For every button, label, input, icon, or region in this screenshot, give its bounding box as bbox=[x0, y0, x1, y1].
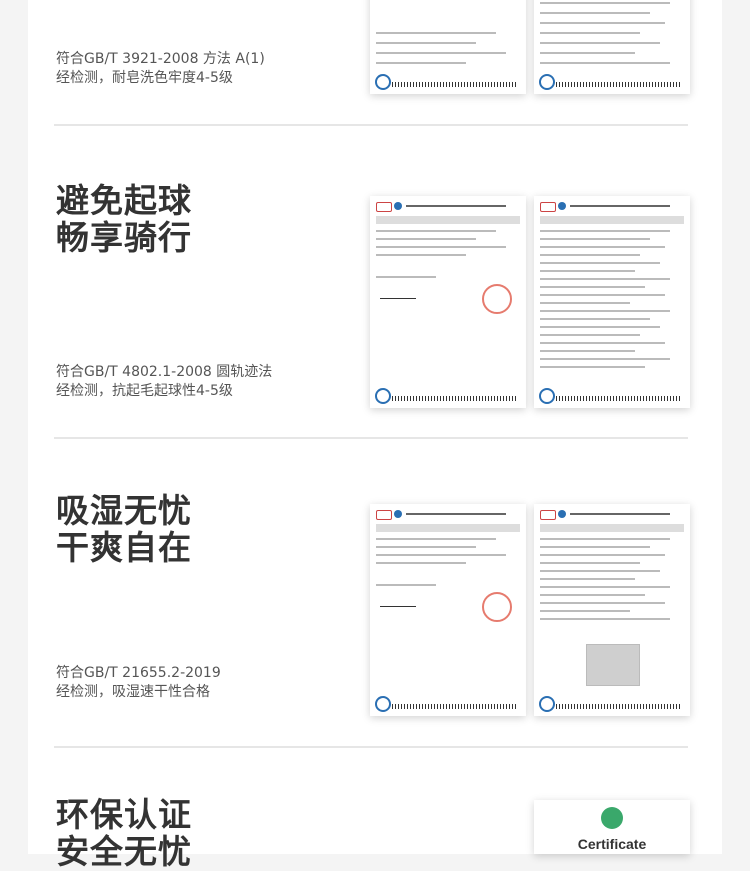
product-detail-page: 符合GB/T 3921-2008 方法 A(1) 经检测，耐皂洗色牢度4-5级 … bbox=[0, 0, 750, 870]
fabric-sample-image bbox=[586, 644, 640, 686]
oeko-tex-certificate-image: Certificate bbox=[534, 800, 690, 854]
test-report-image bbox=[534, 196, 690, 408]
oeko-tex-icon bbox=[601, 807, 623, 829]
test-report-image bbox=[370, 196, 526, 408]
content-card: 符合GB/T 3921-2008 方法 A(1) 经检测，耐皂洗色牢度4-5级 … bbox=[28, 0, 722, 870]
ist-logo-icon bbox=[375, 696, 391, 712]
moisture-desc: 符合GB/T 21655.2-2019 经检测，吸湿速干性合格 bbox=[56, 665, 221, 700]
test-report-image bbox=[534, 0, 690, 94]
section-divider bbox=[54, 746, 688, 748]
ist-logo-icon bbox=[539, 696, 555, 712]
pilling-desc: 符合GB/T 4802.1-2008 圆轨迹法 经检测，抗起毛起球性4-5级 bbox=[56, 364, 273, 399]
test-report-image bbox=[370, 504, 526, 716]
ist-logo-icon bbox=[375, 74, 391, 90]
section-divider bbox=[54, 437, 688, 439]
ist-logo-icon bbox=[539, 74, 555, 90]
wash-fastness-desc: 符合GB/T 3921-2008 方法 A(1) 经检测，耐皂洗色牢度4-5级 bbox=[56, 51, 265, 86]
certificate-label: Certificate bbox=[577, 836, 647, 852]
seal-stamp-icon bbox=[482, 592, 512, 622]
section-divider bbox=[54, 124, 688, 126]
moisture-title: 吸湿无忧 干爽自在 bbox=[56, 491, 192, 567]
ist-logo-icon bbox=[539, 388, 555, 404]
ist-logo-icon bbox=[375, 388, 391, 404]
eco-cert-title: 环保认证 安全无忧 bbox=[56, 795, 192, 871]
test-report-image bbox=[370, 0, 526, 94]
seal-stamp-icon bbox=[482, 284, 512, 314]
test-report-image bbox=[534, 504, 690, 716]
pilling-title: 避免起球 畅享骑行 bbox=[56, 181, 192, 257]
